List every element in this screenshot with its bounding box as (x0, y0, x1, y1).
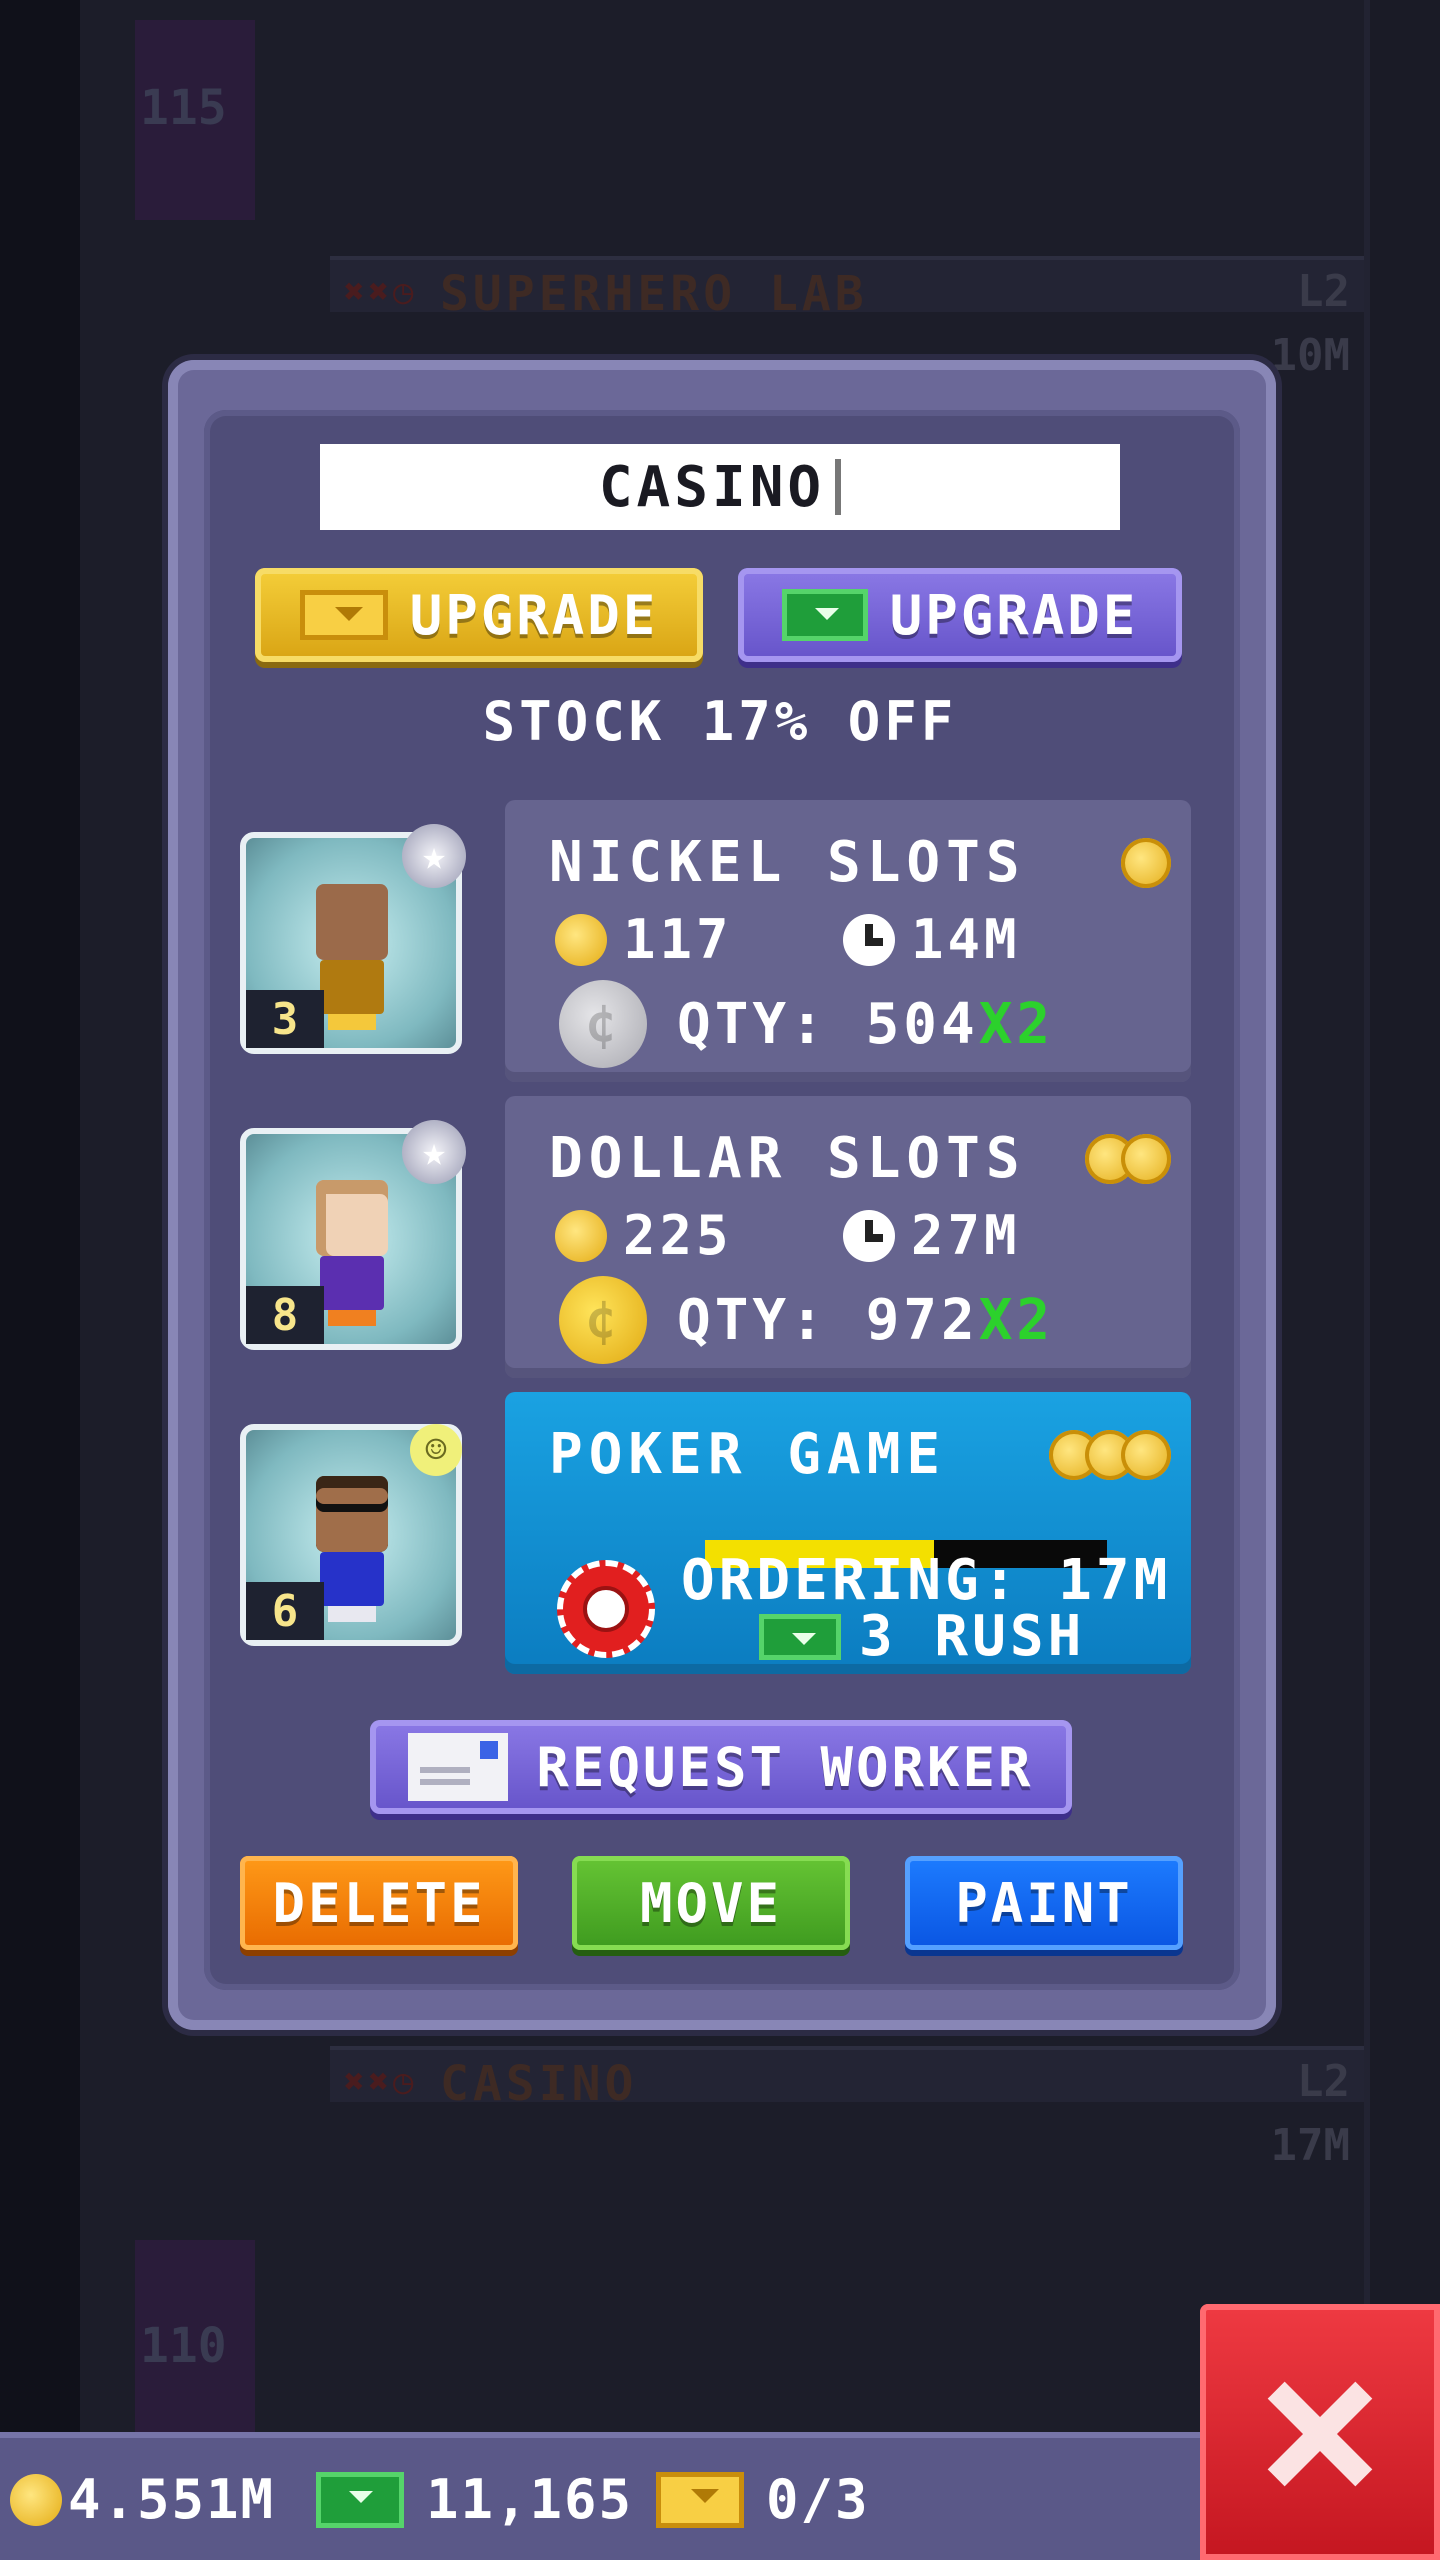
product-name: POKER GAME (549, 1422, 947, 1487)
coins-stat: 4.551M (10, 2468, 275, 2531)
worker-slot-3[interactable]: 6 ☺ (240, 1424, 462, 1646)
product-price: 225 (623, 1204, 733, 1267)
coin-tier-icon (1085, 1134, 1171, 1184)
coin-icon (555, 1209, 607, 1262)
upgrade-ticket-button[interactable]: UPGRADE (255, 568, 703, 662)
coins-value: 4.551M (68, 2468, 276, 2531)
worker-slot-1[interactable]: 3 ★ (240, 824, 466, 1054)
worker-slot-2[interactable]: 8 ★ (240, 1120, 466, 1350)
product-poker-game[interactable]: POKER GAME ORDERING: 17M 3 RUSH (505, 1392, 1191, 1674)
gold-coin-icon: ¢ (559, 1276, 647, 1364)
worker-body (320, 1256, 384, 1310)
product-qty: ¢ QTY: 972 X2 (559, 1276, 1054, 1364)
worker-body (320, 1552, 384, 1606)
product-qty: ¢ QTY: 504 X2 (559, 980, 1054, 1068)
clock-icon (843, 913, 895, 966)
star-icon: ★ (402, 1120, 466, 1184)
product-name: DOLLAR SLOTS (549, 1126, 1026, 1191)
floor-level: L2 (1297, 266, 1350, 317)
coin-icon (10, 2473, 62, 2526)
request-worker-button[interactable]: REQUEST WORKER (370, 1720, 1072, 1814)
close-x-icon (1264, 2378, 1376, 2490)
silver-coin-icon: ¢ (559, 980, 647, 1068)
product-time: 27M (911, 1204, 1021, 1267)
close-button[interactable] (1200, 2304, 1440, 2560)
floor-name-value: CASINO (598, 454, 826, 520)
worker-legs (328, 1606, 376, 1622)
tickets-stat: 0/3 (656, 2468, 870, 2531)
floor-name: SUPERHERO LAB (440, 266, 868, 322)
worker-head (316, 884, 388, 960)
product-name: NICKEL SLOTS (549, 830, 1026, 895)
upgrade-bux-label: UPGRADE (889, 583, 1139, 647)
golden-ticket-icon (656, 2471, 744, 2528)
rush-button[interactable]: 3 RUSH (759, 1604, 1085, 1669)
text-caret (835, 459, 842, 515)
worker-level-badge: 3 (246, 990, 324, 1048)
upgrade-bux-button[interactable]: UPGRADE (738, 568, 1182, 662)
paint-button[interactable]: PAINT (905, 1856, 1183, 1950)
floor-header-superhero-lab: ✖✖◷ SUPERHERO LAB L2 10M (330, 256, 1370, 381)
coin-icon (555, 913, 607, 966)
product-multiplier: X2 (978, 991, 1055, 1057)
product-stats: 117 14M (555, 908, 1021, 971)
request-worker-label: REQUEST WORKER (536, 1735, 1034, 1799)
worker-legs (328, 1014, 376, 1030)
product-time: 14M (911, 908, 1021, 971)
floor-name: CASINO (440, 2056, 638, 2112)
bux-icon (316, 2471, 404, 2528)
move-button[interactable]: MOVE (572, 1856, 850, 1950)
product-multiplier: X2 (978, 1287, 1055, 1353)
bux-value: 11,165 (426, 2468, 634, 2531)
bux-icon (781, 589, 868, 641)
clock-icon (843, 1209, 895, 1262)
worker-level-badge: 8 (246, 1286, 324, 1344)
product-qty-label: QTY: 504 (677, 991, 979, 1057)
coin-tier-icon (1049, 1430, 1171, 1480)
bux-stat: 11,165 (316, 2468, 633, 2531)
floor-number-top: 115 (140, 80, 227, 136)
rush-label: 3 RUSH (859, 1604, 1086, 1669)
happy-face-icon: ☺ (410, 1424, 462, 1476)
product-price: 117 (623, 908, 733, 971)
floor-sub: 10M (1270, 330, 1350, 381)
product-stats: 225 27M (555, 1204, 1021, 1267)
golden-ticket-icon (299, 590, 388, 640)
worker-level-badge: 6 (246, 1582, 324, 1640)
worker-body (320, 960, 384, 1014)
sky-column (0, 0, 80, 2560)
stock-discount-message: STOCK 17% OFF (482, 690, 958, 753)
floor-sub: 17M (1270, 2120, 1350, 2171)
tickets-value: 0/3 (766, 2468, 870, 2531)
floor-number-bottom: 110 (140, 2318, 227, 2374)
product-qty-label: QTY: 972 (677, 1287, 979, 1353)
tower-right-edge (1364, 0, 1440, 2440)
star-icon: ★ (402, 824, 466, 888)
worker-head (316, 1476, 388, 1552)
worker-legs (328, 1310, 376, 1326)
upgrade-ticket-label: UPGRADE (409, 583, 659, 647)
product-dollar-slots[interactable]: DOLLAR SLOTS 225 27M ¢ QTY: 972 X2 (505, 1096, 1191, 1378)
floor-status-icons: ✖✖◷ (344, 2062, 418, 2102)
delete-button[interactable]: DELETE (240, 1856, 518, 1950)
floor-status-icons: ✖✖◷ (344, 272, 418, 312)
envelope-icon (408, 1733, 509, 1801)
floor-level: L2 (1297, 2056, 1350, 2107)
worker-head (316, 1180, 388, 1256)
floor-header-casino: ✖✖◷ CASINO L2 17M (330, 2046, 1370, 2171)
coin-tier-icon (1121, 838, 1171, 888)
floor-name-input[interactable]: CASINO (320, 444, 1120, 530)
bux-icon (759, 1613, 841, 1660)
poker-chip-icon (557, 1560, 655, 1658)
product-nickel-slots[interactable]: NICKEL SLOTS 117 14M ¢ QTY: 504 X2 (505, 800, 1191, 1082)
